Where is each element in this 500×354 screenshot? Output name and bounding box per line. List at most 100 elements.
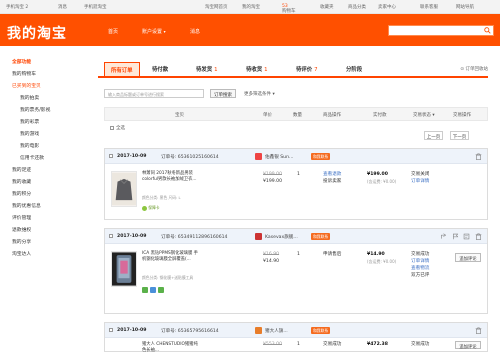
share-icon[interactable] xyxy=(440,233,447,240)
search-icon[interactable] xyxy=(484,27,491,34)
tab-pending-receipt[interactable]: 待收货 1 xyxy=(246,65,268,73)
search-input[interactable] xyxy=(388,25,494,36)
sidebar-item-coupons[interactable]: 我的优惠信息 xyxy=(12,202,41,209)
shop-name[interactable]: Kasevax旗舰... xyxy=(265,234,298,240)
mytaobao-link[interactable]: 我的淘宝 xyxy=(242,4,260,10)
view-refund-link[interactable]: 查看退款 xyxy=(323,172,341,177)
add-review-button[interactable]: 追加评论 xyxy=(455,341,481,350)
col-item-ops: 商品操作 xyxy=(323,113,341,118)
note-icon[interactable] xyxy=(463,233,470,240)
shop-icon xyxy=(255,327,262,334)
guarantee-badge-label: 保障卡 xyxy=(148,205,160,210)
order-status: 交易关闭 订单详情 xyxy=(411,171,429,185)
shop-name[interactable]: 猪大人旗... xyxy=(265,328,288,334)
shop-name[interactable]: 佑鑫银 Sun... xyxy=(265,154,293,160)
sitemap-link[interactable]: 网站导航 xyxy=(456,4,474,10)
nav-home[interactable]: 首页 xyxy=(108,28,118,35)
order-select-checkbox[interactable] xyxy=(109,328,115,334)
more-filters-toggle[interactable]: 更多筛选条件 ▾ xyxy=(244,91,275,97)
unit-price-current: ¥14.90 xyxy=(263,259,280,264)
order-select-checkbox[interactable] xyxy=(109,234,115,240)
nav-messages[interactable]: 消息 xyxy=(190,28,200,35)
trash-icon[interactable] xyxy=(475,327,482,334)
seller-center-link[interactable]: 卖家中心 xyxy=(378,4,396,10)
product-title[interactable]: 猪大人 CHENSTUDIO猪猪纯色长袖... xyxy=(142,342,200,354)
order-number: 订单号: 65349112896160614 xyxy=(161,235,228,240)
tab-all-orders[interactable]: 所有订单 xyxy=(104,62,140,76)
order-tabs: 所有订单 待付款 待发货 1 待收货 1 待评价 7 分阶段 ⊙ 订单回收站 xyxy=(98,62,488,78)
order-search-input[interactable]: 输入商品标题或订单号进行搜索 xyxy=(104,89,204,98)
tab-pending-payment-label: 待付款 xyxy=(152,67,169,73)
col-actions: 交易操作 xyxy=(453,113,471,118)
next-page-button[interactable]: 下一页 xyxy=(450,131,469,140)
contact-link[interactable]: 联系客服 xyxy=(420,4,438,10)
mobile-taobao-link[interactable]: 手机逛淘宝 xyxy=(84,4,107,10)
sidebar-item-credit-card[interactable]: 信用卡还款 xyxy=(20,154,44,161)
quantity: 1 xyxy=(297,172,300,177)
sidebar-item-bought[interactable]: 已买到的宝贝 xyxy=(12,82,41,89)
tab-pending-review-count: 7 xyxy=(314,67,318,73)
cart-link[interactable]: 购物车 53 xyxy=(282,4,296,14)
col-status[interactable]: 交易状态 ▾ xyxy=(413,112,435,118)
shop-icon xyxy=(255,233,262,240)
trash-icon[interactable] xyxy=(475,153,482,160)
view-logistics-link[interactable]: 查看物流 xyxy=(411,266,429,271)
recycle-bin-link[interactable]: ⊙ 订单回收站 xyxy=(460,66,488,72)
tab-pending-review[interactable]: 待评价 7 xyxy=(296,65,318,73)
product-title[interactable]: 林萧同 2017秋冬新品男装colorful男款长袖加绒卫衣... xyxy=(142,171,200,183)
product-title[interactable]: ICA 黑钻PPMS钢化玻璃膜 手机钢化玻璃膜全屏覆盖(... xyxy=(142,251,200,263)
flag-icon[interactable] xyxy=(452,233,459,240)
sidebar-item-experts[interactable]: 淘宝达人 xyxy=(12,250,31,257)
home-link[interactable]: 淘宝网首页 xyxy=(205,4,228,10)
sidebar-item-share[interactable]: 我的分享 xyxy=(12,238,31,245)
col-paid: 实付款 xyxy=(373,113,387,118)
sidebar-item-tickets[interactable]: 我的票务/影视 xyxy=(20,106,50,113)
trash-icon[interactable] xyxy=(475,233,482,240)
mobile-greeting[interactable]: 手机淘宝 2 xyxy=(6,4,28,10)
unit-price: ¥199.00 ¥199.00 xyxy=(263,171,282,185)
unit-price-current: ¥199.00 xyxy=(263,179,282,184)
page-header: 我的淘宝 首页 账户设置 ▾ 消息 xyxy=(0,14,500,46)
sidebar-item-lottery[interactable]: 我的彩票 xyxy=(20,118,39,125)
order-detail-link[interactable]: 订单详情 xyxy=(411,259,429,264)
order-detail-link[interactable]: 订单详情 xyxy=(411,179,429,184)
product-thumbnail[interactable] xyxy=(111,251,137,287)
badge-icon xyxy=(142,287,148,293)
message-link[interactable]: 消息 xyxy=(58,4,67,10)
mytaobao-logo[interactable]: 我的淘宝 xyxy=(7,23,67,43)
sidebar-item-games[interactable]: 我的游戏 xyxy=(20,130,39,137)
sidebar-item-favorites[interactable]: 我的收藏 xyxy=(12,178,31,185)
sidebar-item-all-functions[interactable]: 全部功能 xyxy=(12,58,31,65)
contact-seller-button[interactable]: 和我联系 xyxy=(311,153,331,160)
sidebar-item-movies[interactable]: 我的电影 xyxy=(20,142,39,149)
sidebar-item-cart[interactable]: 我的购物车 xyxy=(12,70,36,77)
sidebar-item-auction[interactable]: 我的拍卖 xyxy=(20,94,39,101)
tab-staged-label: 分阶段 xyxy=(346,67,363,73)
nav-account-settings[interactable]: 账户设置 ▾ xyxy=(142,28,166,35)
prev-page-button[interactable]: 上一页 xyxy=(424,131,443,140)
col-unit-price: 单价 xyxy=(263,113,272,118)
sidebar-item-footprints[interactable]: 我的足迹 xyxy=(12,166,31,173)
order-select-checkbox[interactable] xyxy=(109,154,115,160)
paid-amount: ¥14.90 (含运费: ¥0.00) xyxy=(367,251,396,266)
after-sale-link[interactable]: 申请售后 xyxy=(323,252,341,257)
sidebar-item-reviews[interactable]: 评价管理 xyxy=(12,214,31,221)
tab-pending-shipment[interactable]: 待发货 1 xyxy=(196,65,218,73)
sidebar-item-refunds[interactable]: 退款维权 xyxy=(12,226,31,233)
favorites-link[interactable]: 收藏夹 xyxy=(320,4,334,10)
contact-seller-button[interactable]: 和我联系 xyxy=(311,233,331,240)
complain-seller-link[interactable]: 投诉卖家 xyxy=(323,179,341,184)
order-number: 订单号: 65365795616614 xyxy=(161,329,219,334)
product-thumbnail[interactable] xyxy=(111,171,137,207)
select-all-checkbox[interactable]: 全选 xyxy=(110,125,125,131)
tab-staged[interactable]: 分阶段 xyxy=(346,65,362,73)
order-search-button[interactable]: 订单搜索 xyxy=(210,89,236,98)
order-date: 2017-10-09 xyxy=(117,234,147,239)
categories-link[interactable]: 商品分类 xyxy=(348,4,366,10)
add-review-button[interactable]: 追加评论 xyxy=(455,253,481,262)
order-header: 2017-10-09 订单号: 65365795616614 猪大人旗... 和… xyxy=(105,323,487,338)
tab-pending-payment[interactable]: 待付款 xyxy=(152,65,168,73)
nav-account-label: 账户设置 xyxy=(142,29,163,35)
sidebar-item-points[interactable]: 我的积分 xyxy=(12,190,31,197)
contact-seller-button[interactable]: 和我联系 xyxy=(311,327,331,334)
